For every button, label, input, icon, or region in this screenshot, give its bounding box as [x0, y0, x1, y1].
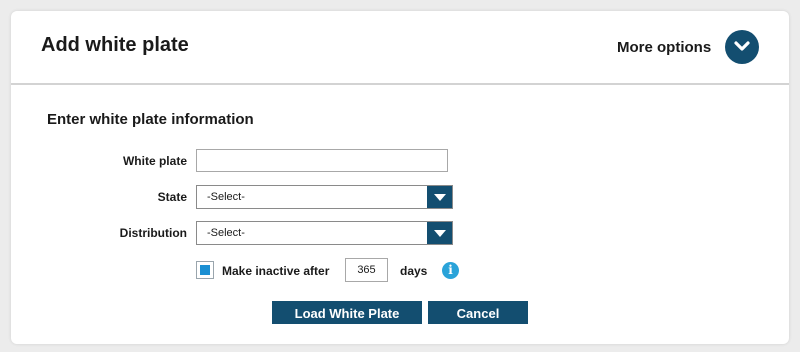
more-options-label[interactable]: More options [617, 39, 711, 56]
caret-down-icon [434, 230, 446, 237]
state-label: State [157, 190, 187, 204]
panel-header: Add white plate More options [11, 11, 789, 85]
page-title: Add white plate [41, 34, 189, 56]
info-icon[interactable]: i [442, 262, 459, 279]
add-white-plate-panel: Add white plate More options Enter white… [11, 11, 789, 344]
distribution-select[interactable]: -Select- [196, 221, 453, 245]
make-inactive-label: Make inactive after [222, 264, 330, 278]
load-white-plate-button[interactable]: Load White Plate [272, 301, 422, 324]
state-select[interactable]: -Select- [196, 185, 453, 209]
white-plate-input[interactable] [196, 149, 448, 172]
section-title: Enter white plate information [47, 111, 254, 128]
cancel-button[interactable]: Cancel [428, 301, 528, 324]
checkbox-checked-mark [200, 265, 210, 275]
state-select-value: -Select- [207, 191, 245, 203]
distribution-select-value: -Select- [207, 227, 245, 239]
days-label: days [400, 264, 428, 278]
distribution-label: Distribution [119, 226, 187, 240]
white-plate-label: White plate [122, 154, 187, 168]
inactive-days-input[interactable] [345, 258, 388, 282]
make-inactive-checkbox[interactable] [196, 261, 214, 279]
distribution-dropdown-button[interactable] [427, 222, 452, 244]
more-options-button[interactable] [725, 30, 759, 64]
state-dropdown-button[interactable] [427, 186, 452, 208]
caret-down-icon [434, 194, 446, 201]
chevron-down-icon [734, 41, 750, 51]
